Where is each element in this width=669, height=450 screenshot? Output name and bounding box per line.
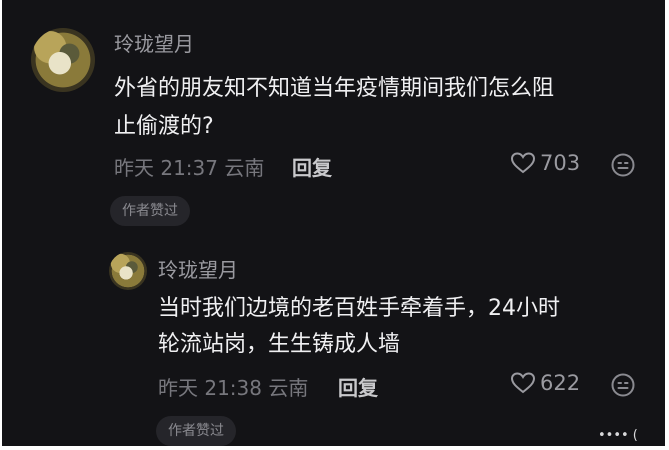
- author-liked-badge: 作者赞过: [156, 416, 236, 446]
- avatar[interactable]: [109, 252, 147, 290]
- comment-time-location: 昨天 21:38 云南: [158, 376, 309, 400]
- heart-outline-icon: [510, 152, 536, 174]
- emoji-smile-icon: [611, 153, 635, 177]
- comment-username[interactable]: 玲珑望月: [114, 28, 194, 57]
- comment-time-location: 昨天 21:37 云南: [114, 156, 265, 180]
- author-liked-badge: 作者赞过: [110, 196, 190, 226]
- like-button[interactable]: 703: [510, 151, 580, 175]
- heart-outline-icon: [510, 372, 536, 394]
- comment-text-line-1: 外省的朋友知不知道当年疫情期间我们怎么阻: [114, 76, 555, 101]
- comment-text-line-2: 轮流站岗，生生铸成人墙: [158, 332, 401, 357]
- comment-username[interactable]: 玲珑望月: [158, 254, 238, 283]
- emoji-reply-button[interactable]: [610, 372, 636, 402]
- comment-thread: 玲珑望月 外省的朋友知不知道当年疫情期间我们怎么阻 止偷渡的? 昨天 21:37…: [2, 0, 665, 446]
- comment-text-line-2: 止偷渡的?: [114, 114, 214, 139]
- like-count: 703: [540, 151, 581, 175]
- like-button[interactable]: 622: [510, 371, 580, 395]
- emoji-smile-icon: [611, 373, 635, 397]
- emoji-reply-button[interactable]: [610, 152, 636, 182]
- like-count: 622: [540, 371, 581, 395]
- comment-text-line-1: 当时我们边境的老百姓手牵着手，24小时: [158, 296, 560, 321]
- reply-button[interactable]: 回复: [292, 152, 332, 181]
- corner-watermark: •••• (: [598, 428, 638, 443]
- avatar[interactable]: [31, 28, 95, 92]
- reply-button[interactable]: 回复: [338, 372, 378, 401]
